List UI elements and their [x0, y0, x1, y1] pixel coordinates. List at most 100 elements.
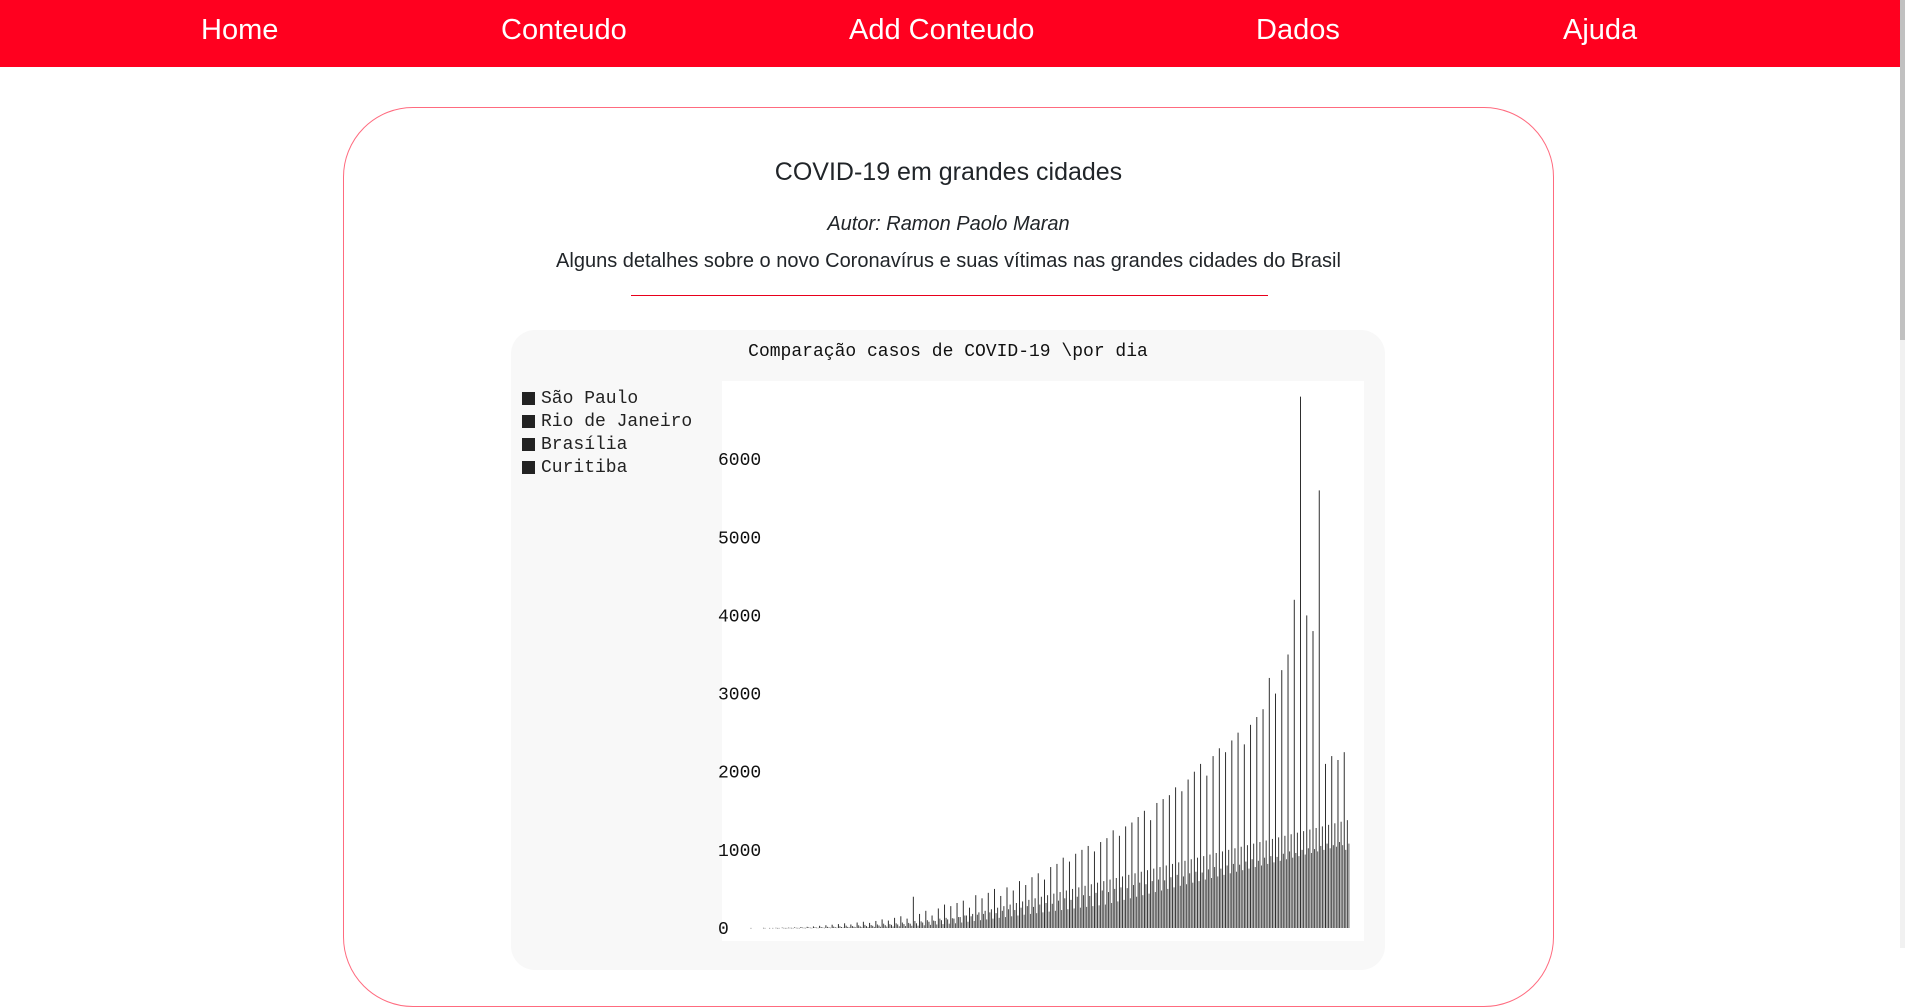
- bar: [955, 923, 956, 928]
- bar: [919, 913, 921, 928]
- bar: [1172, 863, 1173, 928]
- bar: [903, 924, 905, 928]
- bar: [1118, 835, 1120, 928]
- bar: [969, 907, 970, 928]
- bar: [922, 922, 924, 928]
- bar: [847, 926, 849, 928]
- y-tick-label: 3000: [718, 686, 761, 706]
- bar: [965, 915, 967, 928]
- bar: [1176, 874, 1178, 928]
- bar: [867, 927, 869, 928]
- bar: [1248, 868, 1250, 928]
- bar: [1346, 820, 1348, 928]
- bar: [870, 925, 872, 928]
- bar: [856, 922, 858, 928]
- bar: [1320, 845, 1322, 928]
- bar: [1056, 863, 1058, 928]
- bar: [1170, 877, 1172, 928]
- bar: [769, 927, 771, 929]
- bar: [889, 924, 891, 928]
- bar: [1137, 817, 1139, 928]
- bar: [1001, 910, 1003, 928]
- bar: [989, 912, 991, 928]
- y-tick-label: 5000: [718, 529, 761, 549]
- bar: [1037, 873, 1039, 928]
- bar: [1186, 884, 1188, 928]
- bar: [1314, 849, 1316, 928]
- bar: [1095, 892, 1097, 928]
- bar: [1298, 856, 1300, 928]
- bar: [1262, 709, 1264, 928]
- bar: [806, 926, 808, 928]
- bar: [1182, 876, 1184, 928]
- bar: [1220, 868, 1222, 928]
- bar: [1304, 854, 1306, 928]
- bar: [1159, 867, 1161, 928]
- bar: [883, 923, 885, 928]
- bar: [876, 924, 878, 928]
- bar: [1242, 870, 1244, 928]
- bar: [1136, 896, 1138, 928]
- bar: [906, 918, 908, 928]
- y-tick-label: 6000: [718, 451, 761, 471]
- bar: [1195, 871, 1197, 928]
- bar: [1009, 904, 1011, 928]
- bar: [800, 927, 802, 928]
- bar: [894, 917, 896, 928]
- bar: [808, 927, 810, 928]
- bar: [897, 924, 899, 928]
- bar: [789, 927, 791, 929]
- bar: [944, 904, 946, 928]
- bar: [1165, 865, 1167, 928]
- bar: [822, 927, 824, 929]
- bar: [914, 920, 916, 928]
- bar: [878, 925, 880, 928]
- bar: [1132, 885, 1134, 928]
- bar: [1203, 856, 1205, 928]
- bar: [891, 924, 892, 928]
- bar: [1059, 892, 1061, 928]
- bar: [930, 924, 931, 928]
- bar: [772, 927, 774, 929]
- bar: [1134, 873, 1136, 928]
- bar: [1251, 859, 1253, 928]
- bar: [1109, 879, 1111, 928]
- bar: [1309, 829, 1311, 928]
- bar: [862, 921, 864, 928]
- bar: [1054, 910, 1056, 928]
- bar: [783, 927, 785, 929]
- bar: [1097, 882, 1099, 928]
- bar: [1022, 901, 1024, 928]
- bar: [936, 924, 938, 928]
- bar: [1103, 881, 1105, 928]
- bar: [869, 922, 871, 928]
- bar: [1156, 802, 1158, 928]
- bar: [1192, 882, 1194, 928]
- bar: [1050, 867, 1052, 928]
- bar: [911, 925, 913, 928]
- bar: [950, 906, 952, 928]
- bar: [861, 927, 863, 928]
- bar: [864, 924, 866, 928]
- bar: [836, 927, 838, 929]
- bar: [1026, 906, 1028, 928]
- bar: [819, 925, 821, 928]
- bar: [884, 925, 886, 928]
- bar: [1223, 874, 1225, 928]
- bar: [973, 920, 975, 928]
- bar: [1273, 862, 1275, 928]
- bar: [1303, 831, 1305, 928]
- bar: [1287, 654, 1289, 928]
- bar: [947, 919, 949, 928]
- bar: [778, 927, 780, 929]
- bar: [958, 917, 960, 928]
- bar: [1261, 865, 1262, 928]
- bar: [1117, 901, 1119, 928]
- bar: [1087, 845, 1089, 928]
- bar: [795, 927, 797, 929]
- bar: [850, 924, 852, 928]
- bar: [1281, 670, 1283, 928]
- bar: [917, 925, 919, 928]
- bar: [1289, 851, 1291, 928]
- bar: [1301, 849, 1303, 928]
